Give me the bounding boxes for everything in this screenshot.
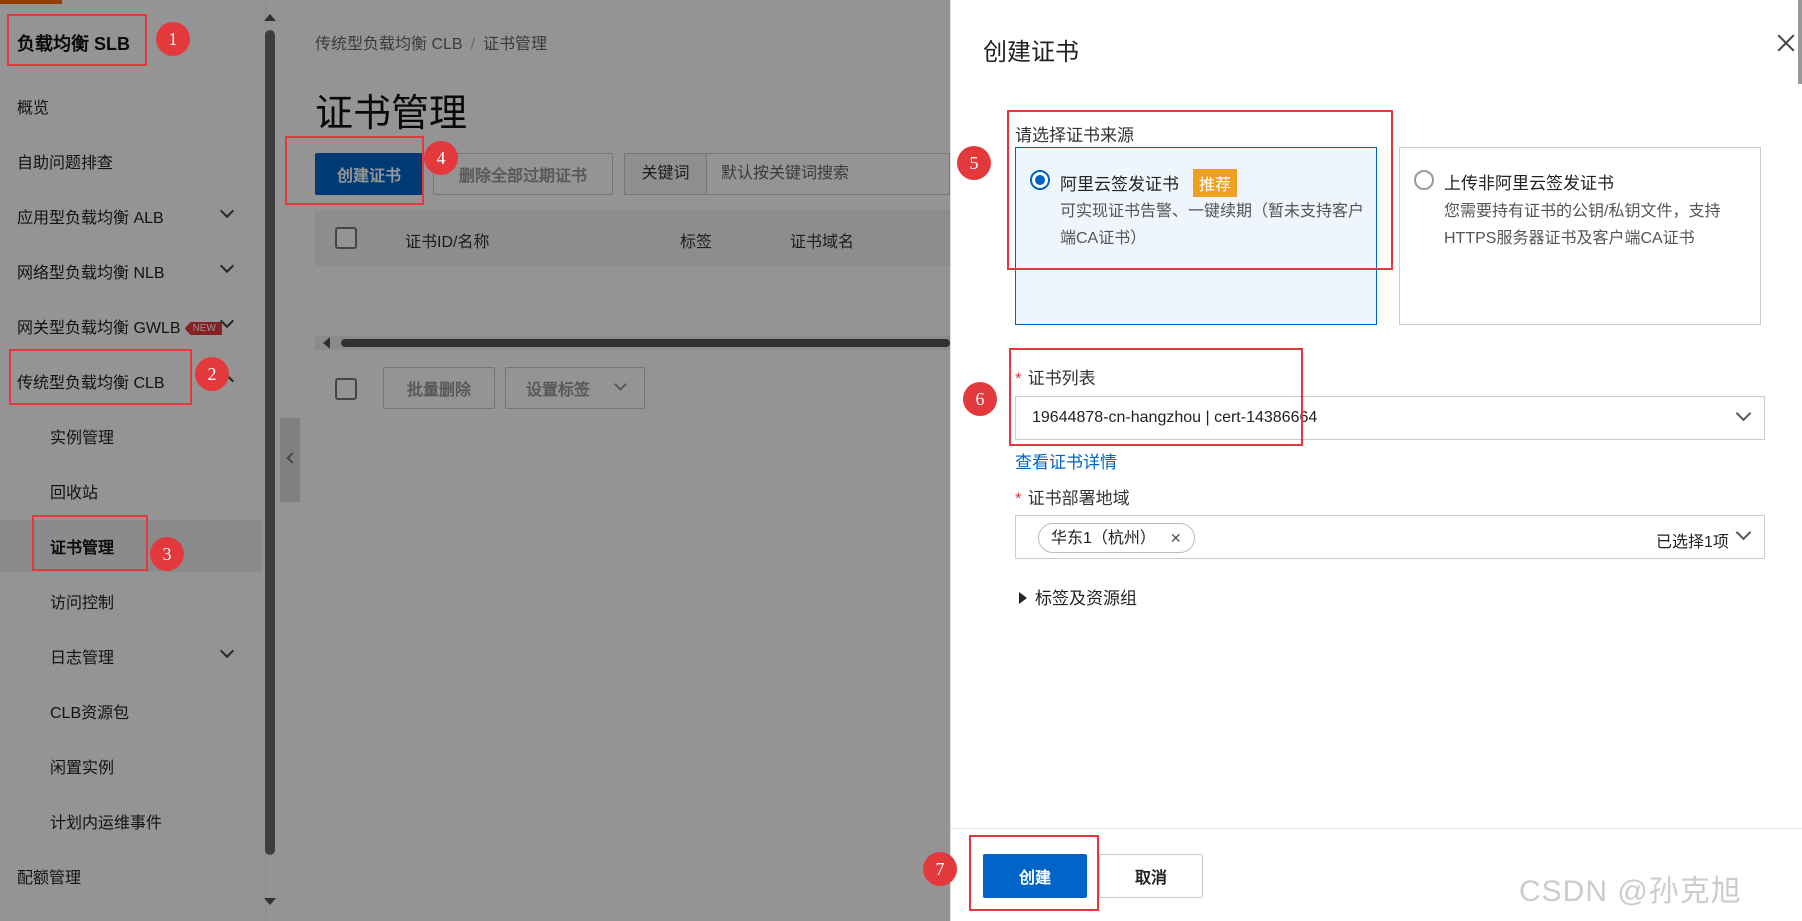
highlight-box (32, 515, 148, 571)
highlight-box (7, 14, 147, 66)
step-marker: 1 (156, 22, 190, 56)
region-select[interactable]: 华东1（杭州） ✕ 已选择1项 (1015, 515, 1765, 559)
tags-resource-group-label: 标签及资源组 (1035, 589, 1137, 608)
step-marker: 4 (424, 141, 458, 175)
drawer-title: 创建证书 (983, 39, 1079, 66)
chevron-down-icon (1735, 405, 1752, 422)
watermark: CSDN @孙克旭 (1519, 875, 1742, 908)
region-tag: 华东1（杭州） ✕ (1038, 523, 1195, 553)
step-marker: 7 (923, 852, 957, 886)
region-label-text: 证书部署地域 (1027, 489, 1130, 508)
create-certificate-drawer: 创建证书 请选择证书来源 阿里云签发证书 推荐 可实现证书告警、一键续期（暂未支持… (923, 0, 1802, 921)
highlight-box (1007, 110, 1393, 270)
tags-resource-group-toggle[interactable]: 标签及资源组 (1019, 584, 1137, 609)
remove-tag-icon[interactable]: ✕ (1170, 530, 1182, 546)
source-option-upload[interactable]: 上传非阿里云签发证书 您需要持有证书的公钥/私钥文件，支持HTTPS服务器证书及… (1399, 147, 1761, 325)
drawer-scrollbar[interactable] (1798, 0, 1802, 84)
highlight-box (285, 136, 424, 205)
step-marker: 2 (195, 357, 229, 391)
chevron-down-icon (1735, 524, 1752, 541)
region-label: * 证书部署地域 (1015, 484, 1130, 509)
cancel-button[interactable]: 取消 (1099, 854, 1203, 898)
highlight-box (9, 349, 192, 405)
step-marker: 5 (957, 146, 991, 180)
highlight-box (1009, 348, 1303, 446)
view-cert-detail-link[interactable]: 查看证书详情 (1015, 448, 1117, 473)
region-selected-count: 已选择1项 (1656, 534, 1729, 551)
source-option-title: 上传非阿里云签发证书 (1444, 174, 1614, 193)
close-icon[interactable] (1775, 32, 1797, 54)
footer-divider (951, 828, 1802, 829)
region-tag-text: 华东1（杭州） (1051, 530, 1156, 547)
required-mark: * (1015, 489, 1022, 508)
caret-right-icon (1019, 592, 1027, 604)
source-option-description: 您需要持有证书的公钥/私钥文件，支持HTTPS服务器证书及客户端CA证书 (1444, 203, 1721, 247)
step-marker: 3 (150, 537, 184, 571)
modal-overlay[interactable] (0, 0, 950, 921)
radio-unselected-icon[interactable] (1414, 170, 1434, 190)
highlight-box (969, 835, 1099, 911)
step-marker: 6 (963, 382, 997, 416)
page: 负载均衡 SLB 概览 自助问题排查 应用型负载均衡 ALB 网络型负载均衡 N… (0, 0, 1802, 921)
